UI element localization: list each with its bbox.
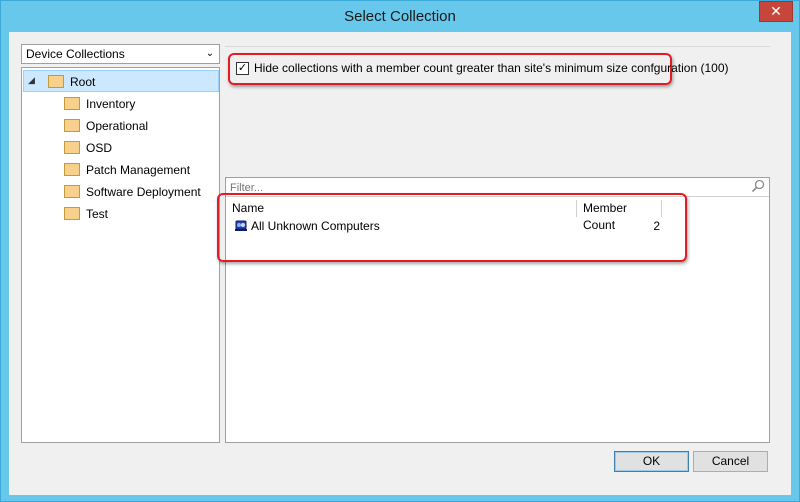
column-header-label: Member Count <box>583 201 628 232</box>
title-bar[interactable]: Select Collection ✕ <box>1 1 799 32</box>
close-icon: ✕ <box>770 3 782 19</box>
folder-icon <box>64 119 80 132</box>
folder-icon <box>64 185 80 198</box>
tree-item-test[interactable]: Test <box>22 203 218 225</box>
tree-item-inventory[interactable]: Inventory <box>22 93 218 115</box>
tree-item-label: Inventory <box>86 97 136 111</box>
filter-input[interactable] <box>230 181 730 195</box>
ok-button[interactable]: OK <box>614 451 689 472</box>
column-header-member-count[interactable]: Member Count <box>577 200 662 232</box>
folder-icon <box>64 97 80 110</box>
tree-item-label: Operational <box>86 119 149 133</box>
cancel-button[interactable]: Cancel <box>693 451 768 472</box>
dialog-body: Device Collections ⌄ ◢ Root Inventory Op… <box>9 32 791 495</box>
tree-item-operational[interactable]: Operational <box>22 115 218 137</box>
collection-name: All Unknown Computers <box>251 219 380 233</box>
hide-collections-checkbox[interactable]: ✓ <box>236 62 249 75</box>
tree-item-label: Patch Management <box>86 163 191 177</box>
hide-collections-option[interactable]: ✓ Hide collections with a member count g… <box>228 53 729 85</box>
tree-item-patch-management[interactable]: Patch Management <box>22 159 218 181</box>
collection-tree[interactable]: ◢ Root Inventory Operational OSD Patch M… <box>21 67 220 443</box>
tree-item-root[interactable]: ◢ Root <box>23 70 219 92</box>
folder-icon <box>64 207 80 220</box>
tree-item-software-deployment[interactable]: Software Deployment <box>22 181 218 203</box>
tree-item-label: Root <box>70 75 96 89</box>
search-icon[interactable] <box>751 179 765 193</box>
collection-icon <box>235 220 247 231</box>
folder-icon <box>48 75 64 88</box>
filter-bar <box>226 178 769 197</box>
select-collection-dialog: Select Collection ✕ Device Collections ⌄… <box>0 0 800 502</box>
member-count-value: 2 <box>653 219 660 233</box>
collection-type-value: Device Collections <box>26 47 125 61</box>
checkmark-icon: ✓ <box>237 62 248 74</box>
tree-item-label: Test <box>86 207 109 221</box>
column-header-name[interactable]: Name <box>226 200 577 217</box>
dialog-title: Select Collection <box>344 8 456 25</box>
folder-icon <box>64 141 80 154</box>
column-header-label: Name <box>232 201 265 215</box>
hide-collections-label[interactable]: Hide collections with a member count gre… <box>254 61 729 75</box>
chevron-down-icon: ⌄ <box>205 48 215 59</box>
tree-item-label: Software Deployment <box>86 185 201 199</box>
tree-item-osd[interactable]: OSD <box>22 137 218 159</box>
collection-list[interactable]: Name Member Count All Unknown Computers … <box>225 177 770 443</box>
divider <box>225 46 770 47</box>
tree-item-label: OSD <box>86 141 113 155</box>
close-button[interactable]: ✕ <box>759 1 793 22</box>
expand-collapse-icon[interactable]: ◢ <box>28 75 35 86</box>
collection-type-dropdown[interactable]: Device Collections ⌄ <box>21 44 220 64</box>
folder-icon <box>64 163 80 176</box>
